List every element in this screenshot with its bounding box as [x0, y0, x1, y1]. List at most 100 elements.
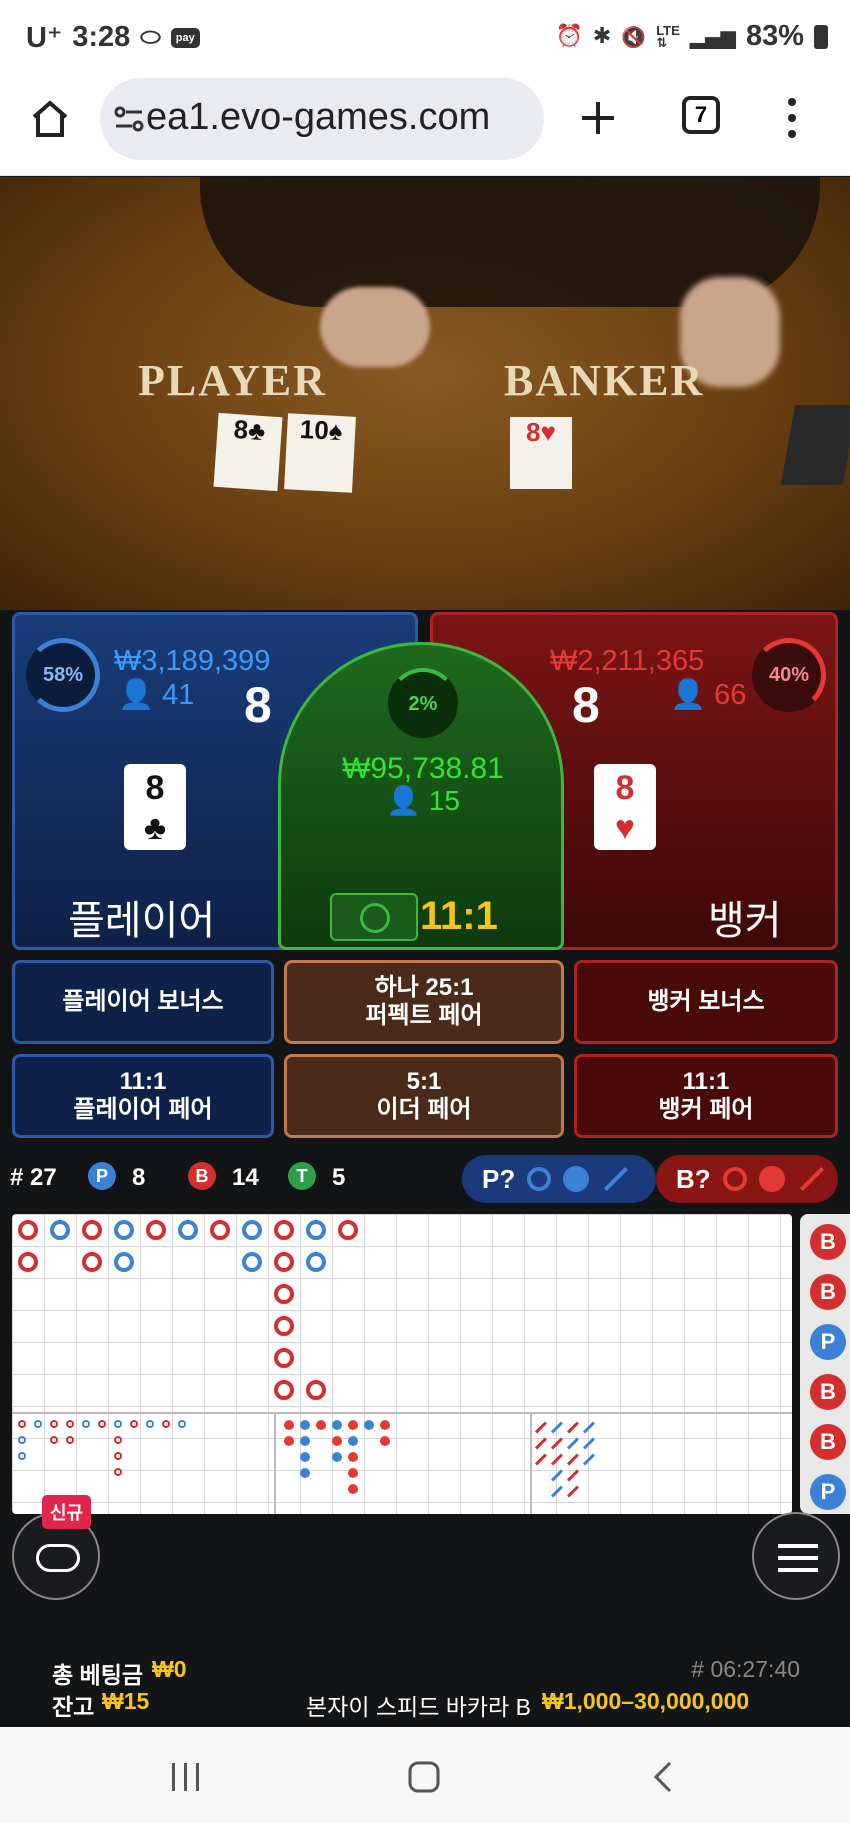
new-tab-icon[interactable] [578, 98, 618, 138]
table-banker-label: BANKER [504, 356, 705, 405]
footer: 총 베팅금 ₩0 잔고 ₩15 # 06:27:40 본자이 스피드 바카라 B… [0, 1640, 850, 1727]
roadmap[interactable] [12, 1214, 792, 1514]
banker-bead [306, 1380, 326, 1400]
home-icon[interactable] [28, 97, 72, 141]
recent-apps-icon[interactable] [168, 1761, 204, 1793]
slash-icon [799, 1166, 824, 1192]
banker-bonus-button[interactable]: 뱅커 보너스 [574, 960, 838, 1044]
player-small-dot [300, 1452, 310, 1462]
chat-bubble-icon [36, 1544, 80, 1572]
banker-card-suit: ♥ [614, 809, 636, 847]
banker-small-dot [348, 1420, 358, 1430]
banker-bettors: 👤 66 [670, 678, 746, 712]
banker-big-eye [18, 1420, 26, 1428]
player-result-badge: P [810, 1474, 846, 1510]
banker-bead [18, 1220, 38, 1240]
banker-small-dot [284, 1420, 294, 1430]
banker-bead [338, 1220, 358, 1240]
perfect-pair-button[interactable]: 하나 25:1 퍼펙트 페어 [284, 960, 564, 1044]
mute-icon: 🔇 [621, 24, 647, 49]
player-predict-button[interactable]: P? [462, 1155, 656, 1203]
banker-cockroach-mark [534, 1453, 548, 1466]
dealer-hand-left [320, 287, 430, 367]
banker-big-eye [130, 1420, 138, 1428]
player-bead [242, 1220, 262, 1240]
banker-percent: 40% [768, 664, 810, 686]
banker-big-eye [66, 1420, 74, 1428]
banker-bead [274, 1316, 294, 1336]
banker-pair-button[interactable]: 11:1 뱅커 페어 [574, 1054, 838, 1138]
site-settings-icon[interactable] [114, 104, 144, 134]
player-small-dot [300, 1468, 310, 1478]
banker-result-badge: B [810, 1224, 846, 1260]
big-eye-marker [114, 1452, 122, 1460]
tie-win-badge: T [288, 1162, 316, 1190]
banker-cockroach-mark [550, 1437, 564, 1450]
banker-predict-button[interactable]: B? [656, 1155, 838, 1203]
card-shoe [780, 405, 850, 485]
pay-icon: pay [170, 27, 200, 48]
round-count: # 27 [10, 1164, 57, 1191]
big-eye-marker [114, 1436, 122, 1444]
player-bonus-label: 플레이어 보너스 [62, 988, 224, 1015]
player-small-dot [332, 1420, 342, 1430]
player-pair-button[interactable]: 11:1 플레이어 페어 [12, 1054, 274, 1138]
player-win-count: 8 [132, 1164, 146, 1191]
home-nav-icon[interactable] [406, 1759, 442, 1795]
total-bet-label: 총 베팅금 [52, 1662, 144, 1688]
big-eye-marker [66, 1436, 74, 1444]
big-eye-marker [114, 1468, 122, 1476]
banker-score: 8 [572, 677, 600, 733]
user-icon: 👤 [670, 679, 707, 711]
either-pair-label: 이더 페어 [376, 1096, 472, 1123]
player-bead [50, 1220, 70, 1240]
clock: 3:28 [72, 21, 131, 53]
roadmap-divider [12, 1412, 792, 1414]
table-player-label: PLAYER [138, 356, 327, 405]
player-big-eye [178, 1420, 186, 1428]
player-bonus-button[interactable]: 플레이어 보너스 [12, 960, 274, 1044]
tie-bettors: 👤 15 [278, 784, 568, 817]
banker-bead [82, 1220, 102, 1240]
table-card-banker-1: 8♥ [510, 417, 572, 489]
stats-row: # 27 P 8 B 14 T 5 P? B? [0, 1152, 850, 1204]
tie-chip-icon [330, 893, 418, 941]
banker-label: 뱅커 [708, 899, 782, 943]
banker-small-dot [348, 1484, 358, 1494]
banker-cockroach-mark [566, 1453, 580, 1466]
banker-pair-label: 뱅커 페어 [658, 1096, 754, 1123]
banker-cockroach-mark [566, 1421, 580, 1434]
banker-win-count: 14 [232, 1164, 259, 1191]
banker-bead [146, 1220, 166, 1240]
menu-button[interactable] [752, 1512, 840, 1600]
banker-cockroach-mark [566, 1485, 580, 1498]
player-cockroach-mark [566, 1437, 580, 1450]
player-small-dot [300, 1436, 310, 1446]
bluetooth-icon: ✱ [592, 24, 612, 49]
table-card-player-1: 8♣ [213, 412, 283, 492]
tie-odds: 11:1 [420, 894, 498, 938]
url-field[interactable]: ea1.evo-games.com [100, 78, 544, 160]
player-bead [306, 1252, 326, 1272]
either-pair-button[interactable]: 5:1 이더 페어 [284, 1054, 564, 1138]
player-bead [178, 1220, 198, 1240]
banker-result-badge: B [810, 1424, 846, 1460]
player-pair-label: 플레이어 페어 [73, 1096, 213, 1123]
player-win-badge: P [88, 1162, 116, 1190]
back-icon[interactable] [650, 1759, 678, 1795]
player-big-eye [146, 1420, 154, 1428]
user-icon: 👤 [118, 679, 155, 711]
player-big-eye [34, 1420, 42, 1428]
either-pair-odds: 5:1 [406, 1068, 442, 1095]
tab-count-button[interactable]: 7 [682, 96, 720, 134]
player-win-badge-label: P [95, 1166, 108, 1186]
player-big-eye [114, 1420, 122, 1428]
bet-limits: ₩1,000–30,000,000 [542, 1688, 750, 1714]
more-menu-icon[interactable] [784, 96, 800, 140]
player-amount: ₩3,189,399 [114, 645, 271, 677]
live-video: PLAYER BANKER 8♣ 10♠ 8♥ [0, 177, 850, 610]
roadmap-side-column: BBPBBP [800, 1214, 850, 1514]
banker-result-badge: B [810, 1274, 846, 1310]
table-card-player-2: 10♠ [284, 413, 356, 493]
status-bar: U⁺ 3:28 ⬭ pay ⏰ ✱ 🔇 LTE ⇅ ▂▄▆ 83% [0, 0, 850, 76]
